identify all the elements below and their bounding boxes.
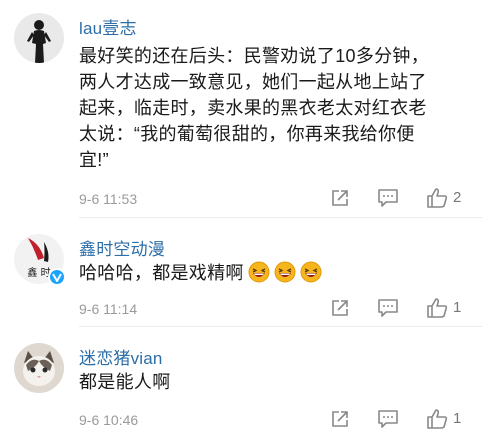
comment-text: 最好笑的还在后头：民警劝说了10多分钟， 两人才达成一致意见，她们一起从地上站了… xyxy=(79,43,474,173)
comment-item: 鑫 时 鑫时空动漫 哈哈哈，都是戏精啊 9-6 11:14 1 xyxy=(0,218,482,327)
share-forward-icon[interactable] xyxy=(330,409,350,434)
comment-item: lau壹志 最好笑的还在后头：民警劝说了10多分钟， 两人才达成一致意见，她们一… xyxy=(0,0,482,218)
grinning-squint-emoji xyxy=(274,261,296,283)
comment-item: 迷恋猪vian 都是能人啊 9-6 10:46 1 xyxy=(0,327,482,439)
verified-badge-icon xyxy=(48,268,66,286)
username[interactable]: lau壹志 xyxy=(79,14,137,39)
like-count: 1 xyxy=(453,410,462,427)
avatar[interactable] xyxy=(14,13,64,63)
comment-text: 哈哈哈，都是戏精啊 xyxy=(79,260,474,286)
comment-actions: 2 xyxy=(0,188,482,210)
comment-text-line: 两人才达成一致意见，她们一起从地上站了 xyxy=(79,72,427,92)
person-silhouette-icon xyxy=(14,13,64,63)
thumbs-up-icon[interactable] xyxy=(426,409,448,434)
comment-reply-icon[interactable] xyxy=(377,409,399,434)
comment-text: 都是能人啊 xyxy=(79,372,171,392)
grinning-squint-emoji xyxy=(300,261,322,283)
comment-actions: 1 xyxy=(0,409,482,431)
comment-reply-icon[interactable] xyxy=(377,298,399,323)
like-count: 2 xyxy=(453,189,462,206)
share-forward-icon[interactable] xyxy=(330,298,350,323)
comment-text-line: 哈哈哈，都是戏精啊 xyxy=(79,263,244,283)
comment-reply-icon[interactable] xyxy=(377,188,399,213)
username[interactable]: 鑫时空动漫 xyxy=(79,235,165,260)
avatar[interactable] xyxy=(14,343,64,393)
comment-text-line: 宜!” xyxy=(79,150,109,170)
thumbs-up-icon[interactable] xyxy=(426,188,448,213)
comment-actions: 1 xyxy=(0,298,482,320)
thumbs-up-icon[interactable] xyxy=(426,298,448,323)
like-count: 1 xyxy=(453,299,462,316)
username[interactable]: 迷恋猪vian xyxy=(79,344,163,369)
comment-text-line: 最好笑的还在后头：民警劝说了10多分钟， xyxy=(79,46,430,66)
comment-text-line: 太说：“我的葡萄很甜的，你再来我给你便 xyxy=(79,124,415,144)
grinning-squint-emoji xyxy=(248,261,270,283)
comment-text-line: 起来，临走时，卖水果的黑衣老太对红衣老 xyxy=(79,98,427,118)
cat-photo-icon xyxy=(14,343,64,393)
share-forward-icon[interactable] xyxy=(330,188,350,213)
